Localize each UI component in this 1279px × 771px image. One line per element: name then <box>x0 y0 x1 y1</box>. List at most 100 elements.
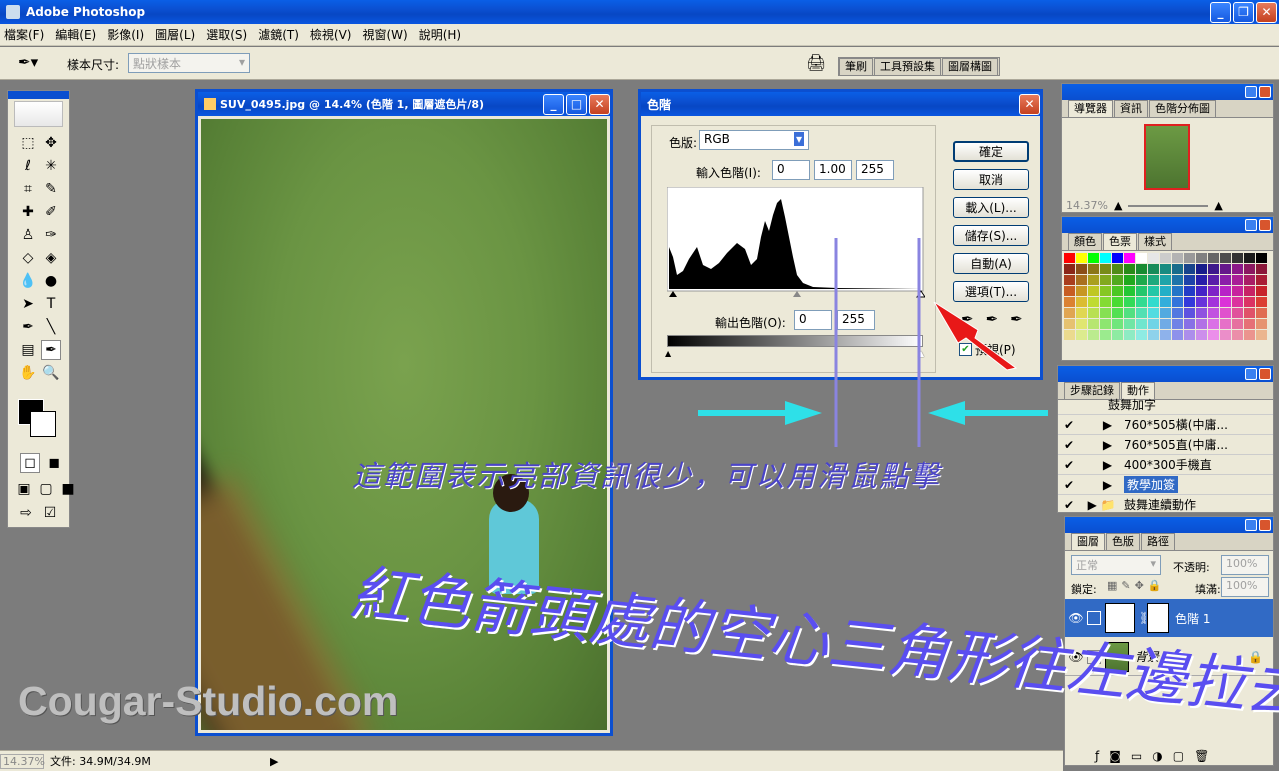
doc-close-button[interactable]: ✕ <box>589 93 610 115</box>
swatch-cell[interactable] <box>1112 319 1123 329</box>
layers-close-button[interactable] <box>1259 519 1271 531</box>
swatch-cell[interactable] <box>1196 330 1207 340</box>
magic-wand-tool-icon[interactable]: ✳ <box>41 156 61 176</box>
swatch-cell[interactable] <box>1256 319 1267 329</box>
list-item[interactable]: ✔ ▶ 760*505橫(中庸... <box>1058 414 1273 434</box>
minimize-button[interactable]: _ <box>1210 1 1231 23</box>
swatch-cell[interactable] <box>1244 253 1255 263</box>
check-icon[interactable]: ✔ <box>1058 498 1080 512</box>
swatch-cell[interactable] <box>1148 308 1159 318</box>
input-white-field[interactable]: 255 <box>856 160 894 180</box>
jump-to-imageready-icon[interactable]: ⇨ <box>16 503 36 523</box>
tab-layers[interactable]: 圖層 <box>1071 533 1105 550</box>
swatch-cell[interactable] <box>1220 319 1231 329</box>
well-tab-layer-comps[interactable]: 圖層構圖 <box>942 58 998 75</box>
well-tab-tool-presets[interactable]: 工具預設集 <box>874 58 941 75</box>
swatch-cell[interactable] <box>1232 253 1243 263</box>
check-icon[interactable]: ✔ <box>1058 458 1080 472</box>
tab-navigator[interactable]: 導覽器 <box>1068 100 1113 117</box>
swatch-cell[interactable] <box>1076 264 1087 274</box>
swatch-cell[interactable] <box>1136 264 1147 274</box>
list-item[interactable]: ✔ ▶ 760*505直(中庸... <box>1058 434 1273 454</box>
swatch-cell[interactable] <box>1244 297 1255 307</box>
swatch-cell[interactable] <box>1064 330 1075 340</box>
swatch-cell[interactable] <box>1088 264 1099 274</box>
marquee-tool-icon[interactable]: ⬚ <box>18 133 38 153</box>
swatch-cell[interactable] <box>1196 253 1207 263</box>
check-icon[interactable]: ✔ <box>1058 478 1080 492</box>
swatch-cell[interactable] <box>1160 275 1171 285</box>
swatch-cell[interactable] <box>1112 264 1123 274</box>
swatch-cell[interactable] <box>1220 297 1231 307</box>
swatch-cell[interactable] <box>1100 286 1111 296</box>
blend-mode-select[interactable]: 正常 ▾ <box>1071 555 1161 575</box>
status-menu-arrow-icon[interactable]: ▶ <box>270 755 278 768</box>
swatch-cell[interactable] <box>1100 308 1111 318</box>
swatch-cell[interactable] <box>1064 275 1075 285</box>
history-brush-tool-icon[interactable]: ✑ <box>41 225 61 245</box>
new-layer-icon[interactable]: ▢ <box>1173 749 1184 763</box>
restore-button[interactable]: ❐ <box>1233 1 1254 23</box>
check-icon[interactable]: ✔ <box>1058 418 1080 432</box>
screen-mode-full-icon[interactable]: ■ <box>58 479 78 499</box>
menu-image[interactable]: 影像(I) <box>107 26 144 43</box>
actions-close-button[interactable] <box>1259 368 1271 380</box>
swatch-cell[interactable] <box>1124 308 1135 318</box>
line-tool-icon[interactable]: ╲ <box>41 317 61 337</box>
swatch-cell[interactable] <box>1160 253 1171 263</box>
swatch-cell[interactable] <box>1148 264 1159 274</box>
ok-button[interactable]: 確定 <box>953 141 1029 162</box>
swatch-cell[interactable] <box>1160 297 1171 307</box>
swatch-cell[interactable] <box>1256 308 1267 318</box>
swatch-cell[interactable] <box>1124 319 1135 329</box>
lock-icons[interactable]: ▦✎✥🔒 <box>1107 579 1166 592</box>
doc-maximize-button[interactable]: □ <box>566 93 587 115</box>
navigator-thumbnail[interactable] <box>1144 124 1190 190</box>
status-zoom[interactable]: 14.37% <box>0 753 45 769</box>
swatch-cell[interactable] <box>1124 297 1135 307</box>
fill-field[interactable]: 100% <box>1221 577 1269 597</box>
chain-icon[interactable]: ⛓ <box>1139 611 1154 625</box>
swatch-cell[interactable] <box>1088 275 1099 285</box>
screen-mode-full-menu-icon[interactable]: ▢ <box>36 479 56 499</box>
path-select-tool-icon[interactable]: ➤ <box>18 294 38 314</box>
swatch-cell[interactable] <box>1076 319 1087 329</box>
swatch-cell[interactable] <box>1172 308 1183 318</box>
swatch-cell[interactable] <box>1208 319 1219 329</box>
swatch-cell[interactable] <box>1148 286 1159 296</box>
list-item[interactable]: ✔ ▶ 教學加簽 <box>1058 474 1273 494</box>
notes-tool-icon[interactable]: ▤ <box>18 340 38 360</box>
swatch-cell[interactable] <box>1256 275 1267 285</box>
dodge-tool-icon[interactable]: ● <box>41 271 61 291</box>
standard-mode-icon[interactable]: ◻ <box>20 453 40 473</box>
swatch-cell[interactable] <box>1232 275 1243 285</box>
swatch-cell[interactable] <box>1244 330 1255 340</box>
layers-min-button[interactable] <box>1245 519 1257 531</box>
swatch-cell[interactable] <box>1196 264 1207 274</box>
swatch-cell[interactable] <box>1088 253 1099 263</box>
pen-tool-icon[interactable]: ✒ <box>18 317 38 337</box>
swatch-cell[interactable] <box>1076 275 1087 285</box>
white-eyedropper-icon[interactable]: ✒ <box>1010 310 1023 328</box>
input-gamma-field[interactable]: 1.00 <box>814 160 852 180</box>
swatch-cell[interactable] <box>1184 308 1195 318</box>
swatch-cell[interactable] <box>1232 330 1243 340</box>
blur-tool-icon[interactable]: 💧 <box>18 271 38 291</box>
swatch-cell[interactable] <box>1244 264 1255 274</box>
output-white-field[interactable]: 255 <box>837 310 875 330</box>
input-gamma-slider-icon[interactable] <box>793 291 801 297</box>
swatch-cell[interactable] <box>1256 297 1267 307</box>
swatch-cell[interactable] <box>1220 264 1231 274</box>
gray-eyedropper-icon[interactable]: ✒ <box>986 310 999 328</box>
swatch-cell[interactable] <box>1124 330 1135 340</box>
layer-style-icon[interactable]: ƒ <box>1095 749 1099 763</box>
swatch-cell[interactable] <box>1208 286 1219 296</box>
swatch-cell[interactable] <box>1136 275 1147 285</box>
tab-paths[interactable]: 路徑 <box>1141 533 1175 550</box>
swatch-cell[interactable] <box>1088 308 1099 318</box>
quickmask-mode-icon[interactable]: ◼ <box>44 453 64 473</box>
menu-view[interactable]: 檢視(V) <box>310 26 352 43</box>
eyedropper-tool-icon[interactable]: ✒▾ <box>18 53 38 71</box>
triangle-icon[interactable]: ▶ <box>1080 418 1124 432</box>
swatch-cell[interactable] <box>1124 264 1135 274</box>
